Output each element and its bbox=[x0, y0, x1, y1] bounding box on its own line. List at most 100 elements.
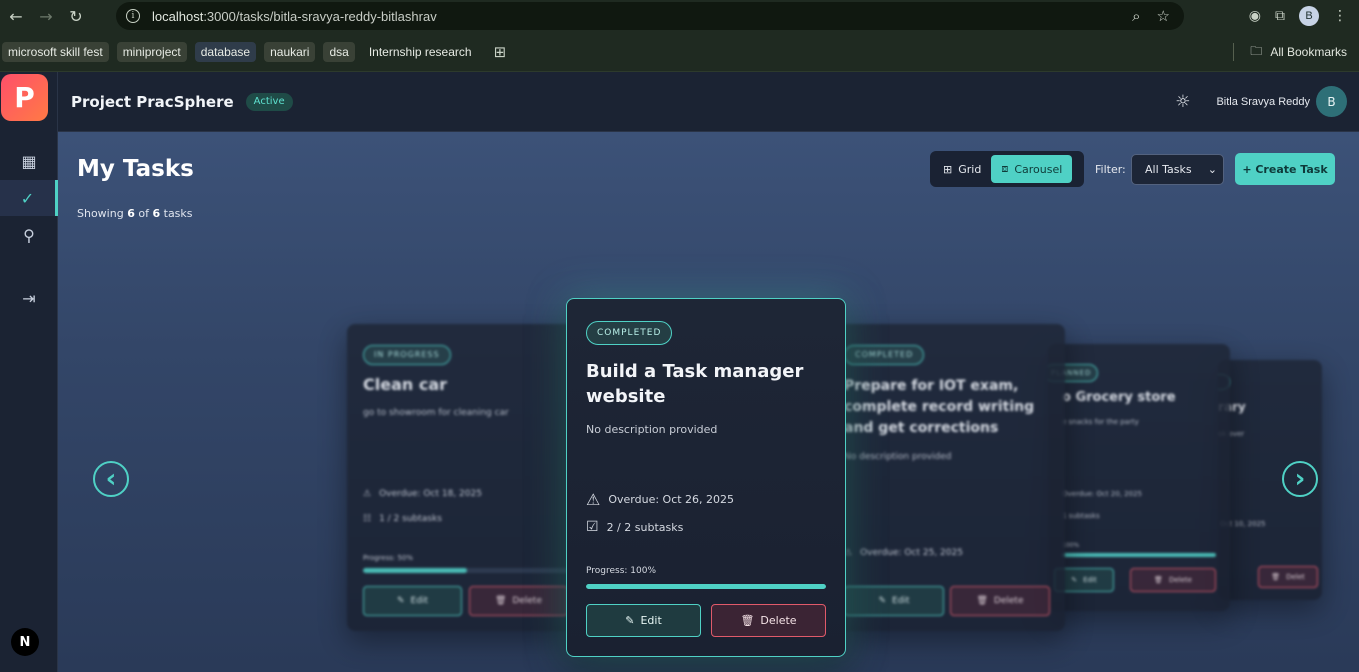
card-title: o Grocery store bbox=[1062, 390, 1176, 405]
trash-icon: 🗑 bbox=[1154, 576, 1163, 584]
filter-label: Filter: bbox=[1095, 163, 1126, 176]
delete-label: Delete bbox=[993, 596, 1024, 606]
grid-view-button[interactable]: ⊞ Grid bbox=[933, 155, 991, 183]
browser-profile-avatar[interactable]: B bbox=[1299, 6, 1319, 26]
progress-label: Progress: 50% bbox=[363, 554, 414, 562]
bookmark-item[interactable]: database bbox=[194, 41, 257, 62]
trash-icon: 🗑 bbox=[494, 596, 507, 606]
trash-icon: 🗑 bbox=[1271, 573, 1281, 581]
grid-icon: ⊞ bbox=[943, 162, 953, 176]
status-badge: IN PROGRESS bbox=[363, 344, 451, 365]
bookmark-item[interactable]: Internship research bbox=[363, 42, 478, 62]
grid-view-label: Grid bbox=[958, 162, 982, 176]
edit-button[interactable]: ✎ Edit bbox=[844, 586, 944, 616]
url-text: localhost:3000/tasks/bitla-sravya-reddy-… bbox=[152, 8, 437, 24]
dashboard-icon[interactable]: ▦ bbox=[0, 143, 58, 179]
progress-fill bbox=[363, 568, 467, 573]
filter-select[interactable]: All Tasks ⌄ bbox=[1131, 154, 1224, 185]
logout-icon[interactable]: ⇥ bbox=[0, 280, 58, 316]
create-task-button[interactable]: + Create Task bbox=[1235, 153, 1335, 185]
browser-menu-icon[interactable]: ⋮ bbox=[1333, 8, 1347, 24]
all-bookmarks-label: All Bookmarks bbox=[1270, 45, 1347, 59]
due-date: ⚠ Overdue: Oct 26, 2025 bbox=[586, 490, 734, 509]
warning-icon: ⚠ bbox=[363, 489, 372, 499]
subtasks-text: 1 / 2 subtasks bbox=[379, 514, 442, 524]
nextjs-badge[interactable]: N bbox=[11, 628, 39, 656]
avatar[interactable]: B bbox=[1316, 86, 1347, 117]
page-title: My Tasks bbox=[77, 156, 194, 182]
card-title: Build a Task manager website bbox=[586, 361, 804, 407]
delete-button[interactable]: 🗑 Delete bbox=[469, 586, 568, 616]
chevron-right-icon: › bbox=[1294, 464, 1306, 494]
divider bbox=[1233, 43, 1235, 61]
profile-user-icon[interactable]: ⚲ bbox=[0, 217, 58, 253]
carousel-view-button[interactable]: ⧈ Carousel bbox=[991, 155, 1073, 183]
browser-toolbar: ← → ↻ i localhost:3000/tasks/bitla-sravy… bbox=[0, 0, 1359, 32]
extensions-puzzle-icon[interactable]: ⧉ bbox=[1275, 8, 1285, 24]
progress-label: Progress: 100% bbox=[586, 566, 657, 576]
task-card-clean-car[interactable]: IN PROGRESS Clean car go to showroom for… bbox=[347, 324, 587, 631]
carousel-prev-button[interactable]: ‹ bbox=[93, 461, 129, 497]
status-badge: COMPLETED bbox=[586, 321, 673, 345]
edit-button[interactable]: ✎ Edit bbox=[363, 586, 462, 616]
app-logo[interactable]: P bbox=[1, 74, 48, 121]
task-card-task-manager[interactable]: COMPLETED Build a Task manager website N… bbox=[566, 298, 846, 657]
bookmark-star-icon[interactable]: ☆ bbox=[1157, 7, 1170, 25]
user-name: Bitla Sravya Reddy bbox=[1216, 95, 1310, 108]
task-card-grocery[interactable]: PLANNED o Grocery store e snacks for the… bbox=[1048, 344, 1230, 611]
card-title: Prepare for IOT exam, complete record wr… bbox=[844, 378, 1035, 436]
folder-icon: 🗀 bbox=[1250, 43, 1263, 58]
status-badge: COMPLETED bbox=[844, 344, 925, 365]
chevron-down-icon: ⌄ bbox=[1207, 163, 1217, 176]
back-icon[interactable]: ← bbox=[2, 2, 30, 30]
address-bar[interactable]: i localhost:3000/tasks/bitla-sravya-redd… bbox=[116, 2, 1184, 30]
delete-button[interactable]: 🗑 Delete bbox=[711, 604, 826, 637]
card-description: go to showroom for cleaning car bbox=[363, 408, 509, 418]
zoom-icon[interactable]: ⌕ bbox=[1132, 7, 1140, 25]
edit-label: Edit bbox=[892, 596, 910, 606]
bookmark-item[interactable]: miniproject bbox=[116, 41, 187, 62]
delete-button[interactable]: 🗑 Delet bbox=[1258, 566, 1318, 588]
due-date: ⚠ Overdue: Oct 25, 2025 bbox=[844, 548, 963, 558]
app-sidebar: P ▦ ✓ ⚲ ⇥ N bbox=[0, 72, 58, 672]
due-date: Overdue: Oct 20, 2025 bbox=[1062, 490, 1142, 498]
main-content: My Tasks Showing 6 of 6 tasks ⊞ Grid ⧈ C… bbox=[58, 132, 1359, 672]
progress-bar bbox=[363, 568, 571, 573]
bookmark-item[interactable]: dsa bbox=[323, 41, 355, 62]
trash-icon: 🗑 bbox=[740, 614, 755, 627]
progress-fill bbox=[1062, 553, 1216, 557]
card-description: No description provided bbox=[844, 452, 952, 462]
delete-label: Delete bbox=[512, 596, 542, 606]
due-text: Overdue: Oct 25, 2025 bbox=[860, 548, 963, 558]
bookmark-item[interactable]: microsoft skill fest bbox=[2, 41, 109, 62]
edit-label: Edit bbox=[410, 596, 428, 606]
status-badge: Active bbox=[245, 92, 293, 111]
card-description: No description provided bbox=[586, 423, 718, 436]
edit-label: Edit bbox=[1083, 576, 1097, 584]
edit-button[interactable]: ✎ Edit bbox=[586, 604, 701, 637]
tasks-check-icon[interactable]: ✓ bbox=[0, 180, 58, 216]
apps-grid-icon[interactable]: ⊞ bbox=[494, 43, 507, 61]
forward-icon[interactable]: → bbox=[32, 2, 60, 30]
card-title: Clean car bbox=[363, 375, 448, 394]
delete-button[interactable]: 🗑 Delete bbox=[1130, 568, 1216, 592]
view-toggle: ⊞ Grid ⧈ Carousel bbox=[930, 151, 1084, 187]
delete-label: Delete bbox=[760, 614, 797, 627]
subtasks: 1 subtasks bbox=[1062, 512, 1100, 520]
all-bookmarks-button[interactable]: 🗀 All Bookmarks bbox=[1233, 32, 1347, 72]
warning-icon: ⚠ bbox=[586, 490, 601, 509]
pencil-icon: ✎ bbox=[625, 614, 635, 627]
card-description: e snacks for the party bbox=[1062, 418, 1139, 426]
task-card-iot-exam[interactable]: COMPLETED Prepare for IOT exam, complete… bbox=[828, 324, 1065, 631]
delete-button[interactable]: 🗑 Delete bbox=[950, 586, 1050, 616]
extension-compass-icon[interactable]: ◉ bbox=[1249, 8, 1261, 24]
theme-toggle-sun-icon[interactable]: ☼ bbox=[1175, 92, 1190, 112]
bookmark-item[interactable]: naukari bbox=[264, 41, 316, 62]
task-count-text: Showing 6 of 6 tasks bbox=[77, 207, 193, 220]
progress-bar bbox=[1062, 553, 1216, 557]
carousel-next-button[interactable]: › bbox=[1282, 461, 1318, 497]
checklist-icon: ☑ bbox=[586, 519, 599, 535]
progress-fill bbox=[586, 584, 826, 589]
reload-icon[interactable]: ↻ bbox=[62, 2, 90, 30]
site-info-icon[interactable]: i bbox=[126, 9, 140, 23]
